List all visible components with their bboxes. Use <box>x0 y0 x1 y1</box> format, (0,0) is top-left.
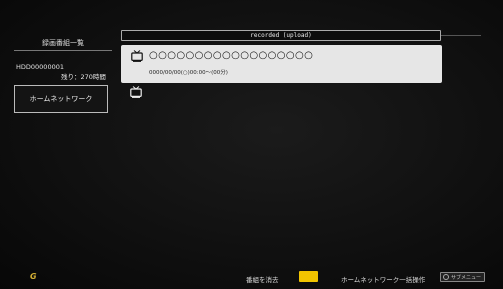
bulk-operation-label: ホームネットワーク一括操作 <box>341 276 426 284</box>
submenu-icon <box>443 274 449 280</box>
remaining-time: 残り：270時間 <box>61 73 106 81</box>
delete-program-label: 番組を消去 <box>246 276 279 284</box>
tv-icon <box>131 50 143 62</box>
brand-logo: G <box>30 272 37 281</box>
recording-title: ○○○○○○○○○○○○○○○○○○ <box>149 50 314 61</box>
recording-list-item[interactable]: ○○○○○○○○○○○○○○○○○○ 0000/00/00(○)00:00〜(0… <box>121 45 442 83</box>
tv-icon[interactable] <box>130 86 142 98</box>
logo-text: G <box>30 272 37 281</box>
submenu-button[interactable]: サブメニュー <box>440 272 485 282</box>
header-line <box>441 35 481 36</box>
recording-datetime: 0000/00/00(○)00:00〜(00分) <box>149 70 228 76</box>
yellow-key-button[interactable] <box>299 271 318 282</box>
device-id: HDD00000001 <box>16 63 64 71</box>
divider <box>14 50 112 51</box>
screen: 録画番組一覧 HDD00000001 残り：270時間 ホームネットワーク re… <box>0 0 503 289</box>
panel-title: 録画番組一覧 <box>42 39 84 47</box>
home-network-button[interactable]: ホームネットワーク <box>14 85 108 113</box>
list-header: recorded (upload) <box>121 30 441 41</box>
submenu-label: サブメニュー <box>451 274 482 281</box>
